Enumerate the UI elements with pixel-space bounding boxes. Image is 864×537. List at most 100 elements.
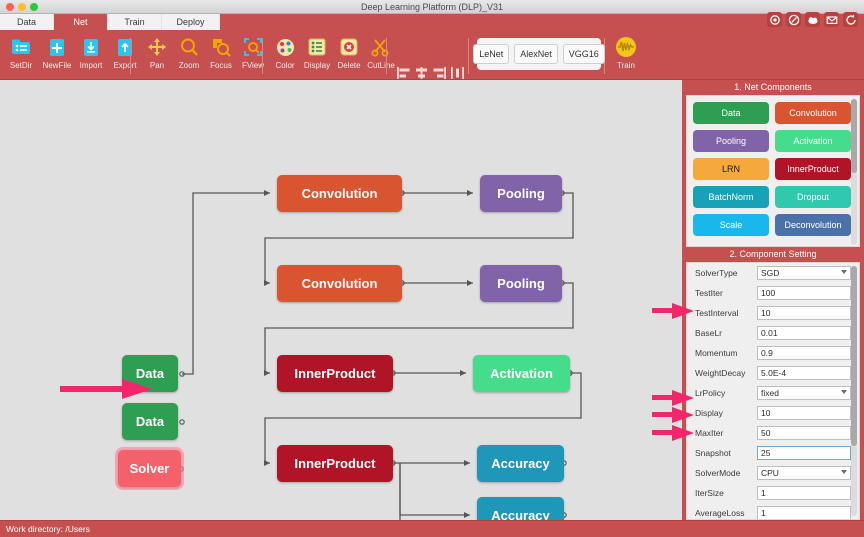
node-data[interactable]: Data [122,403,178,440]
toolbar-button-train[interactable]: Train [609,34,643,78]
distribute-vertical-icon[interactable] [450,66,466,81]
setting-label: SolverType [695,268,757,278]
preset-alexnet-button[interactable]: AlexNet [514,44,558,64]
input-display[interactable]: 10 [757,406,851,420]
settings-scrollbar[interactable] [851,266,857,516]
node-data[interactable]: Data [122,355,178,392]
node-pooling[interactable]: Pooling [480,175,562,212]
delete-icon [332,34,366,60]
node-accuracy[interactable]: Accuracy [477,497,564,520]
component-chip-lrn[interactable]: LRN [693,158,769,180]
input-baselr[interactable]: 0.01 [757,326,851,340]
align-center-horizontal-icon[interactable] [414,66,430,81]
setting-row-testinterval: TestInterval10 [687,303,859,323]
input-itersize[interactable]: 1 [757,486,851,500]
node-solver[interactable]: Solver [118,450,181,487]
component-chip-batchnorm[interactable]: BatchNorm [693,186,769,208]
component-chip-scale[interactable]: Scale [693,214,769,236]
status-bar: Work directory: /Users [0,520,864,537]
network-canvas[interactable]: Convolution Pooling Convolution Pooling Data… [0,80,682,520]
setting-row-solvertype: SolverTypeSGD [687,263,859,283]
color-palette-icon [268,34,302,60]
toolbar-button-display[interactable]: Display [300,34,334,78]
input-testiter[interactable]: 100 [757,286,851,300]
preset-lenet-button[interactable]: LeNet [473,44,509,64]
component-setting-header: 2. Component Setting [682,247,864,262]
select-lrpolicy[interactable]: fixed [757,386,851,400]
tab-deploy[interactable]: Deploy [162,14,220,30]
node-innerproduct[interactable]: InnerProduct [277,355,393,392]
input-maxiter[interactable]: 50 [757,426,851,440]
align-left-icon[interactable] [396,66,412,81]
node-convolution[interactable]: Convolution [277,265,402,302]
tab-train[interactable]: Train [108,14,162,30]
node-pooling[interactable]: Pooling [480,265,562,302]
toolbar-separator [468,38,469,74]
setting-row-averageloss: AverageLoss1 [687,503,859,520]
setting-label: WeightDecay [695,368,757,378]
component-chip-convolution[interactable]: Convolution [775,102,851,124]
toolbar-button-zoom[interactable]: Zoom [172,34,206,78]
align-right-icon[interactable] [432,66,448,81]
component-chip-activation[interactable]: Activation [775,130,851,152]
compass-icon[interactable] [786,12,801,27]
select-solvertype[interactable]: SGD [757,266,851,280]
input-weightdecay[interactable]: 5.0E-4 [757,366,851,380]
toolbar-label: Zoom [172,61,206,70]
import-icon [74,34,108,60]
preset-vgg16-button[interactable]: VGG16 [563,44,605,64]
toolbar-label: Display [300,61,334,70]
toolbar: SetDirNewFileImportExportPanZoomFocusFVi… [0,30,864,80]
mail-icon[interactable] [824,12,839,27]
toolbar-label: NewFile [40,61,74,70]
chevron-down-icon [841,270,847,274]
node-convolution[interactable]: Convolution [277,175,402,212]
refresh-icon[interactable] [843,12,858,27]
node-innerproduct[interactable]: InnerProduct [277,445,393,482]
toolbar-button-delete[interactable]: Delete [332,34,366,78]
component-chip-dropout[interactable]: Dropout [775,186,851,208]
chevron-down-icon [841,470,847,474]
toolbar-button-focus[interactable]: Focus [204,34,238,78]
toolbar-button-setdir[interactable]: SetDir [4,34,38,78]
setting-label: LrPolicy [695,388,757,398]
component-chip-data[interactable]: Data [693,102,769,124]
component-chip-grid: Data Convolution Pooling Activation LRN Inner… [693,102,851,236]
settings-scrollbar-thumb[interactable] [851,266,857,446]
setting-label: TestInterval [695,308,757,318]
toolbar-button-pan[interactable]: Pan [140,34,174,78]
component-chip-pooling[interactable]: Pooling [693,130,769,152]
setting-row-lrpolicy: LrPolicyfixed [687,383,859,403]
input-testinterval[interactable]: 10 [757,306,851,320]
toolbar-button-newfile[interactable]: NewFile [40,34,74,78]
node-accuracy[interactable]: Accuracy [477,445,564,482]
folder-settings-icon [4,34,38,60]
new-file-icon [40,34,74,60]
input-momentum[interactable]: 0.9 [757,346,851,360]
setting-row-display: Display10 [687,403,859,423]
setting-label: BaseLr [695,328,757,338]
input-averageloss[interactable]: 1 [757,506,851,520]
toolbar-button-export[interactable]: Export [108,34,142,78]
toolbar-label: Focus [204,61,238,70]
components-scrollbar[interactable] [851,99,857,245]
tab-data[interactable]: Data [0,14,54,30]
select-solvermode[interactable]: CPU [757,466,851,480]
top-right-icon-group [767,12,858,27]
toolbar-button-color[interactable]: Color [268,34,302,78]
scissors-icon [364,34,398,60]
components-scrollbar-thumb[interactable] [851,99,857,173]
toolbar-button-fview[interactable]: FView [236,34,270,78]
component-chip-innerproduct[interactable]: InnerProduct [775,158,851,180]
toolbar-label: SetDir [4,61,38,70]
display-list-icon [300,34,334,60]
settings-gear-icon[interactable] [767,12,782,27]
component-chip-deconvolution[interactable]: Deconvolution [775,214,851,236]
toolbar-button-cutline[interactable]: CutLine [364,34,398,78]
toolbar-button-import[interactable]: Import [74,34,108,78]
title-bar: Deep Learning Platform (DLP)_V31 [0,0,864,14]
tab-net[interactable]: Net [54,14,108,30]
input-snapshot[interactable]: 25 [757,446,851,460]
node-activation[interactable]: Activation [473,355,570,392]
cloud-icon[interactable] [805,12,820,27]
